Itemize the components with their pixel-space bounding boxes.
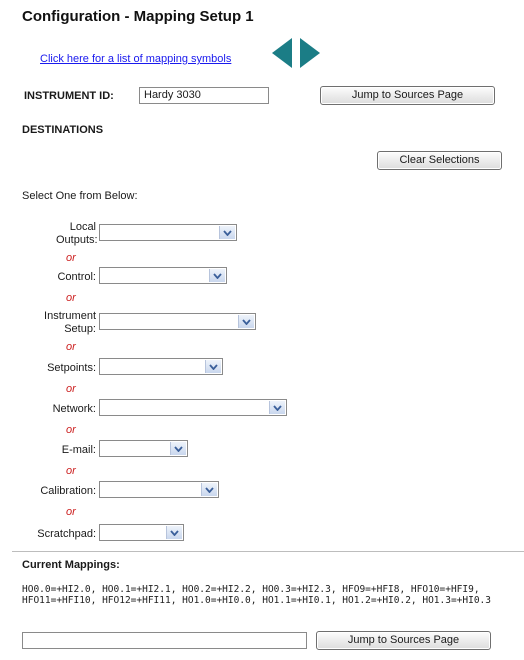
instrument-setup-select[interactable]: [99, 313, 256, 330]
or-separator: or: [66, 383, 76, 395]
or-separator: or: [66, 252, 76, 264]
jump-to-sources-button-bottom[interactable]: Jump to Sources Page: [316, 631, 491, 650]
or-separator: or: [66, 292, 76, 304]
current-mappings-text: HO0.0=+HI2.0, HO0.1=+HI2.1, HO0.2=+HI2.2…: [22, 584, 491, 606]
mapping-input[interactable]: [22, 632, 307, 649]
chevron-down-icon: [269, 401, 285, 414]
clear-selections-button[interactable]: Clear Selections: [377, 151, 502, 170]
chevron-down-icon: [166, 526, 182, 539]
local-outputs-label-text: Local Outputs:: [56, 221, 98, 246]
or-separator: or: [66, 341, 76, 353]
chevron-down-icon: [201, 483, 217, 496]
section-divider: [12, 551, 524, 552]
local-outputs-label: Local Outputs:: [20, 221, 98, 247]
instrument-id-label: INSTRUMENT ID:: [24, 90, 114, 102]
arrow-left-icon[interactable]: [272, 38, 292, 68]
control-select[interactable]: [99, 267, 227, 284]
network-select[interactable]: [99, 399, 287, 416]
instrument-id-input[interactable]: Hardy 3030: [139, 87, 269, 104]
chevron-down-icon: [205, 360, 221, 373]
arrow-right-icon[interactable]: [300, 38, 320, 68]
control-label: Control:: [57, 271, 96, 283]
chevron-down-icon: [170, 442, 186, 455]
or-separator: or: [66, 506, 76, 518]
email-label: E-mail:: [61, 444, 96, 456]
chevron-down-icon: [238, 315, 254, 328]
or-separator: or: [66, 465, 76, 477]
scratchpad-label: Scratchpad:: [37, 528, 96, 540]
chevron-down-icon: [209, 269, 225, 282]
setpoints-label: Setpoints:: [47, 362, 96, 374]
select-prompt: Select One from Below:: [22, 190, 138, 202]
or-separator: or: [66, 424, 76, 436]
calibration-label: Calibration:: [40, 485, 96, 497]
chevron-down-icon: [219, 226, 235, 239]
local-outputs-select[interactable]: [99, 224, 237, 241]
instrument-setup-label-text: Instrument Setup:: [44, 310, 96, 335]
instrument-setup-label: Instrument Setup:: [20, 310, 96, 336]
destinations-heading: DESTINATIONS: [22, 124, 104, 136]
network-label: Network:: [52, 403, 96, 415]
email-select[interactable]: [99, 440, 188, 457]
page-title: Configuration - Mapping Setup 1: [22, 8, 254, 25]
mapping-symbols-link[interactable]: Click here for a list of mapping symbols: [40, 53, 231, 65]
jump-to-sources-button[interactable]: Jump to Sources Page: [320, 86, 495, 105]
scratchpad-select[interactable]: [99, 524, 184, 541]
current-mappings-heading: Current Mappings:: [22, 559, 120, 571]
calibration-select[interactable]: [99, 481, 219, 498]
setpoints-select[interactable]: [99, 358, 223, 375]
